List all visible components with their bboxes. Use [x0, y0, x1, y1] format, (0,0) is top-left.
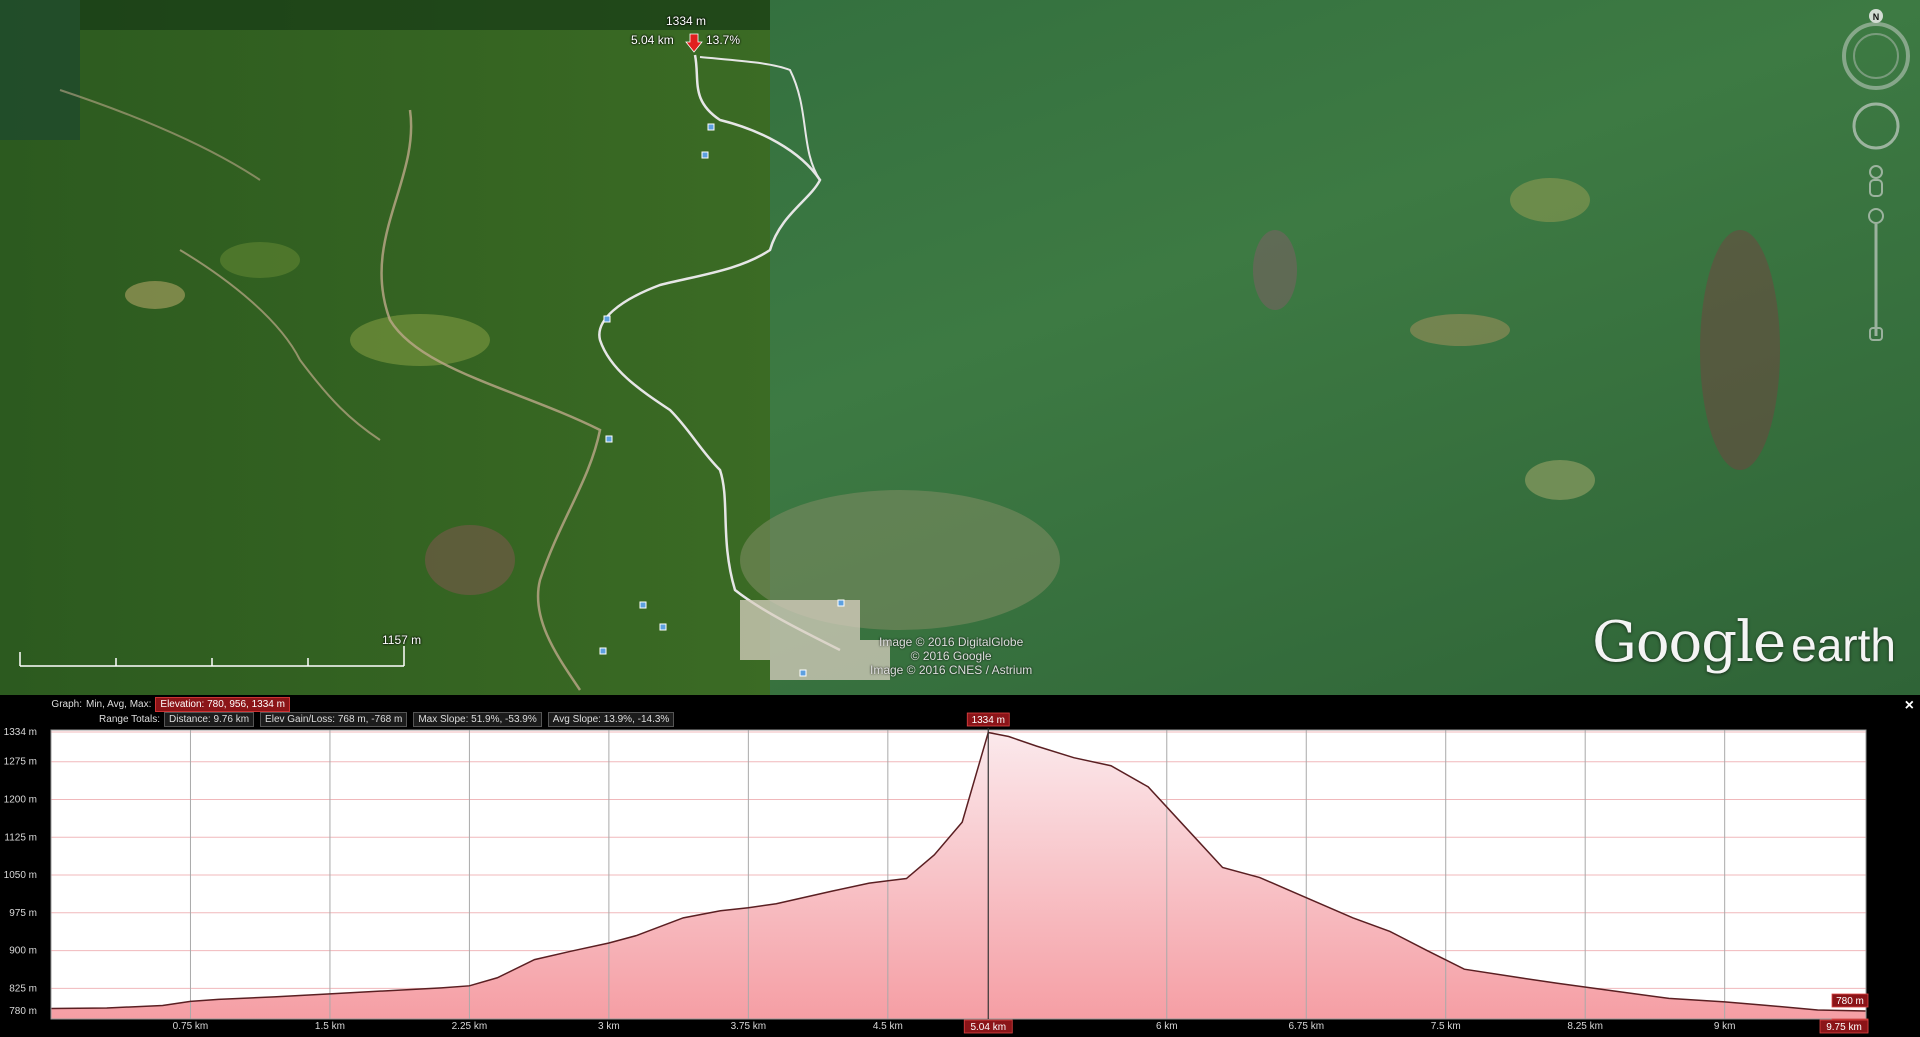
cursor-elevation-label: 1334 m: [972, 715, 1005, 726]
imagery-copyright: Image © 2016 DigitalGlobe © 2016 Google …: [870, 635, 1032, 677]
navigation-controls[interactable]: N: [1840, 8, 1912, 348]
x-tick-label: 2.25 km: [452, 1021, 488, 1032]
elevation-chart[interactable]: 1334 m 1275 m 1200 m 1125 m 1050 m 975 m 900 m…: [0, 695, 1920, 1037]
end-distance-label: 9.75 km: [1826, 1022, 1862, 1033]
x-tick-label: 1.5 km: [315, 1021, 345, 1032]
x-tick-label: 9 km: [1714, 1021, 1736, 1032]
copyright-line: Image © 2016 DigitalGlobe: [878, 635, 1024, 649]
logo-product: earth: [1791, 619, 1896, 671]
cursor-distance-label: 5.04 km: [970, 1022, 1006, 1033]
x-tick-label: 0.75 km: [173, 1021, 209, 1032]
y-tick-label: 1200 m: [4, 794, 37, 805]
y-tick-label: 780 m: [9, 1006, 37, 1017]
x-tick-label: 8.25 km: [1567, 1021, 1603, 1032]
compass-north-label: N: [1873, 12, 1880, 22]
x-tick-label: 7.5 km: [1431, 1021, 1461, 1032]
marker-distance-label: 5.04 km: [631, 33, 674, 47]
y-tick-label: 975 m: [9, 908, 37, 919]
elevation-profile-panel: × Graph: Min, Avg, Max: Elevation: 780, …: [0, 695, 1920, 1037]
x-tick-label: 4.5 km: [873, 1021, 903, 1032]
y-tick-label: 1334 m: [4, 727, 37, 738]
map-view[interactable]: 1334 m 5.04 km 13.7% 1157 m Image © 2016…: [0, 0, 1920, 695]
street-view-pegman-icon: [1869, 165, 1883, 197]
logo-brand: Google: [1592, 610, 1786, 675]
zoom-slider: [1868, 208, 1884, 341]
marker-elevation-label: 1334 m: [666, 14, 707, 28]
marker-slope-label: 13.7%: [706, 33, 741, 47]
x-tick-label: 6.75 km: [1288, 1021, 1324, 1032]
x-tick-label: 6 km: [1156, 1021, 1178, 1032]
y-tick-label: 900 m: [9, 946, 37, 957]
x-tick-label: 3.75 km: [731, 1021, 767, 1032]
google-earth-logo: Google earth: [1592, 610, 1896, 675]
y-tick-label: 825 m: [9, 983, 37, 994]
look-joystick-icon: [1852, 102, 1900, 150]
y-tick-label: 1125 m: [4, 832, 37, 843]
satellite-imagery[interactable]: [0, 0, 1920, 695]
y-tick-label: 1050 m: [4, 870, 37, 881]
y-tick-label: 1275 m: [4, 757, 37, 768]
copyright-line: Image © 2016 CNES / Astrium: [870, 663, 1033, 677]
scale-label: 1157 m: [382, 633, 422, 647]
copyright-line: © 2016 Google: [910, 649, 992, 663]
end-elevation-label: 780 m: [1836, 996, 1864, 1007]
x-tick-label: 3 km: [598, 1021, 620, 1032]
